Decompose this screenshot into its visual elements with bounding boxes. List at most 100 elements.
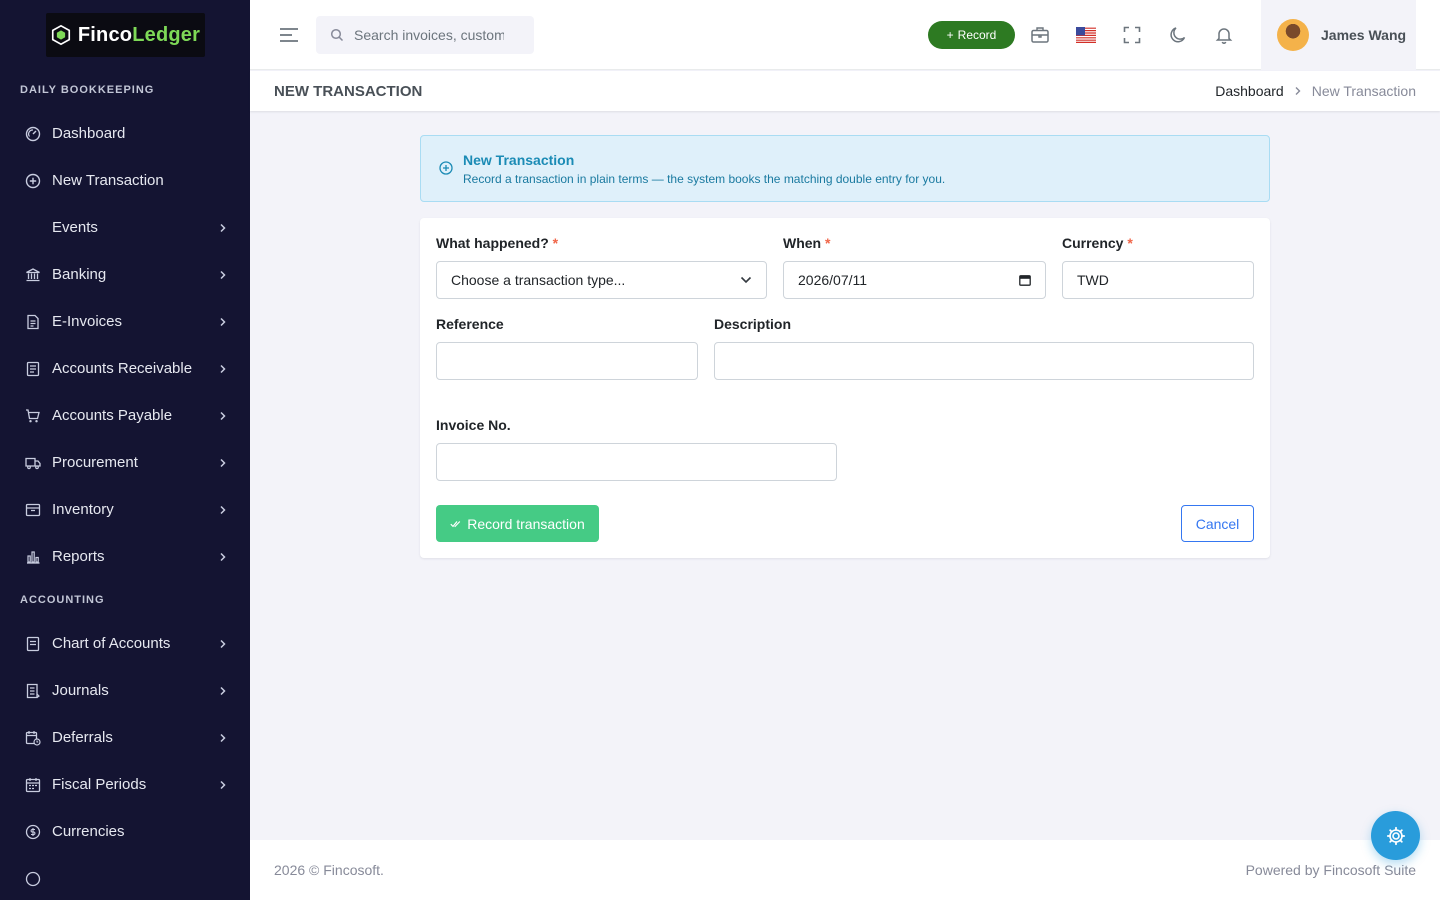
record-transaction-button[interactable]: Record transaction: [436, 505, 599, 542]
avatar: [1277, 19, 1309, 51]
topbar: + Record James Wang: [250, 0, 1440, 70]
user-menu[interactable]: James Wang: [1261, 0, 1416, 70]
partial-menu-icon: [24, 870, 42, 888]
sidebar-item-accounts-receivable[interactable]: Accounts Receivable: [0, 345, 250, 392]
currency-input[interactable]: TWD: [1062, 261, 1254, 299]
sidebar-item-partial-next[interactable]: [0, 855, 250, 900]
sidebar-item-fiscal-periods[interactable]: Fiscal Periods: [0, 761, 250, 808]
when-label: When *: [783, 235, 831, 251]
sidebar-item-label: Procurement: [52, 454, 138, 471]
sidebar-item-label: Fiscal Periods: [52, 776, 147, 793]
transaction-form-card: What happened? * Choose a transaction ty…: [420, 218, 1270, 558]
sidebar-item-banking[interactable]: Banking: [0, 251, 250, 298]
coin-icon: [24, 823, 42, 841]
user-name: James Wang: [1321, 27, 1407, 43]
quick-record-button[interactable]: + Record: [928, 21, 1015, 49]
date-value: 2026/07/11: [798, 272, 868, 288]
breadcrumb-current: New Transaction: [1311, 83, 1416, 99]
brand-name: FincoLedger: [77, 23, 201, 46]
alert-title: New Transaction: [463, 151, 575, 168]
search-input[interactable]: [354, 27, 504, 43]
reference-label: Reference: [436, 316, 504, 332]
sidebar-item-label: Currencies: [52, 823, 125, 840]
journal-icon: [24, 682, 42, 700]
gear-icon: [1386, 826, 1405, 845]
search-icon: [330, 28, 344, 42]
double-check-icon: [450, 520, 461, 527]
cart-icon: [24, 407, 42, 425]
chevron-right-icon: [220, 686, 226, 695]
chevron-down-icon: [740, 276, 752, 284]
date-input[interactable]: 2026/07/11: [783, 261, 1046, 299]
sidebar-item-label: Accounts Receivable: [52, 360, 193, 377]
document-icon: [24, 313, 42, 331]
sidebar-item-new-transaction[interactable]: New Transaction: [0, 157, 250, 204]
cube-logo-icon: [51, 24, 70, 46]
sidebar-item-label: E-Invoices: [52, 313, 123, 330]
moon-icon[interactable]: [1167, 24, 1189, 46]
info-alert: New Transaction Record a transaction in …: [420, 135, 1270, 202]
chevron-right-icon: [220, 733, 226, 742]
breadcrumb: Dashboard New Transaction: [1215, 83, 1416, 99]
sidebar-item-chart-of-accounts[interactable]: Chart of Accounts: [0, 620, 250, 667]
sidebar-item-label: Inventory: [52, 501, 114, 518]
hamburger-menu-icon[interactable]: [278, 24, 300, 46]
sidebar-item-inventory[interactable]: Inventory: [0, 486, 250, 533]
bar-chart-icon: [24, 548, 42, 566]
sidebar-item-dashboard[interactable]: Dashboard: [0, 110, 250, 157]
chevron-right-icon: [220, 270, 226, 279]
page-title: New Transaction: [274, 82, 423, 100]
calendar-icon[interactable]: [1019, 274, 1031, 286]
chevron-right-icon: [220, 639, 226, 648]
description-field: Description: [714, 316, 1254, 380]
sidebar-item-deferrals[interactable]: Deferrals: [0, 714, 250, 761]
dashboard-icon: [24, 125, 42, 143]
sidebar-item-label: Events: [52, 219, 98, 236]
chevron-right-icon: [220, 505, 226, 514]
description-input[interactable]: [714, 342, 1254, 380]
transaction-type-value: Choose a transaction type...: [451, 272, 626, 288]
archive-icon: [24, 501, 42, 519]
briefcase-icon[interactable]: [1029, 24, 1051, 46]
sidebar-item-currencies[interactable]: Currencies: [0, 808, 250, 855]
invoice-no-input[interactable]: [436, 443, 837, 481]
us-flag-icon[interactable]: [1075, 24, 1097, 46]
sidebar-item-label: Reports: [52, 548, 105, 565]
breadcrumb-dashboard-link[interactable]: Dashboard: [1215, 83, 1284, 99]
cancel-button[interactable]: Cancel: [1181, 505, 1254, 542]
settings-fab[interactable]: [1371, 811, 1420, 860]
plus-circle-icon: [24, 172, 42, 190]
sidebar-item-label: Deferrals: [52, 729, 113, 746]
transaction-type-select[interactable]: Choose a transaction type...: [436, 261, 767, 299]
truck-icon: [24, 454, 42, 472]
brand-logo[interactable]: FincoLedger: [45, 13, 205, 57]
currency-field: Currency * TWD: [1062, 235, 1254, 299]
alert-body: New Transaction Record a transaction in …: [463, 152, 945, 186]
footer-powered-by: Powered by Fincosoft Suite: [1245, 862, 1416, 878]
plus-icon: +: [946, 28, 954, 42]
bell-icon[interactable]: [1213, 24, 1235, 46]
plus-circle-icon: [439, 160, 453, 175]
calendar-icon: [24, 776, 42, 794]
alert-text: Record a transaction in plain terms — th…: [463, 171, 946, 186]
sidebar-item-e-invoices[interactable]: E-Invoices: [0, 298, 250, 345]
sidebar-item-procurement[interactable]: Procurement: [0, 439, 250, 486]
calendar-clock-icon: [24, 729, 42, 747]
what-happened-field: What happened? * Choose a transaction ty…: [436, 235, 767, 299]
fullscreen-icon[interactable]: [1121, 24, 1143, 46]
what-happened-label: What happened? *: [436, 235, 559, 251]
chevron-right-icon: [220, 780, 226, 789]
logo-area: FincoLedger: [0, 0, 250, 70]
sidebar-item-label: Journals: [52, 682, 109, 699]
chevron-right-icon: [220, 458, 226, 467]
sidebar-item-journals[interactable]: Journals: [0, 667, 250, 714]
sidebar-item-events[interactable]: Events: [0, 204, 250, 251]
sidebar-item-reports[interactable]: Reports: [0, 533, 250, 580]
sidebar-item-accounts-payable[interactable]: Accounts Payable: [0, 392, 250, 439]
reference-input[interactable]: [436, 342, 698, 380]
sidebar-item-label: Dashboard: [52, 125, 126, 142]
sidebar-item-label: Chart of Accounts: [52, 635, 171, 652]
description-label: Description: [714, 316, 792, 332]
ledger-icon: [24, 635, 42, 653]
chevron-right-icon: [220, 223, 226, 232]
